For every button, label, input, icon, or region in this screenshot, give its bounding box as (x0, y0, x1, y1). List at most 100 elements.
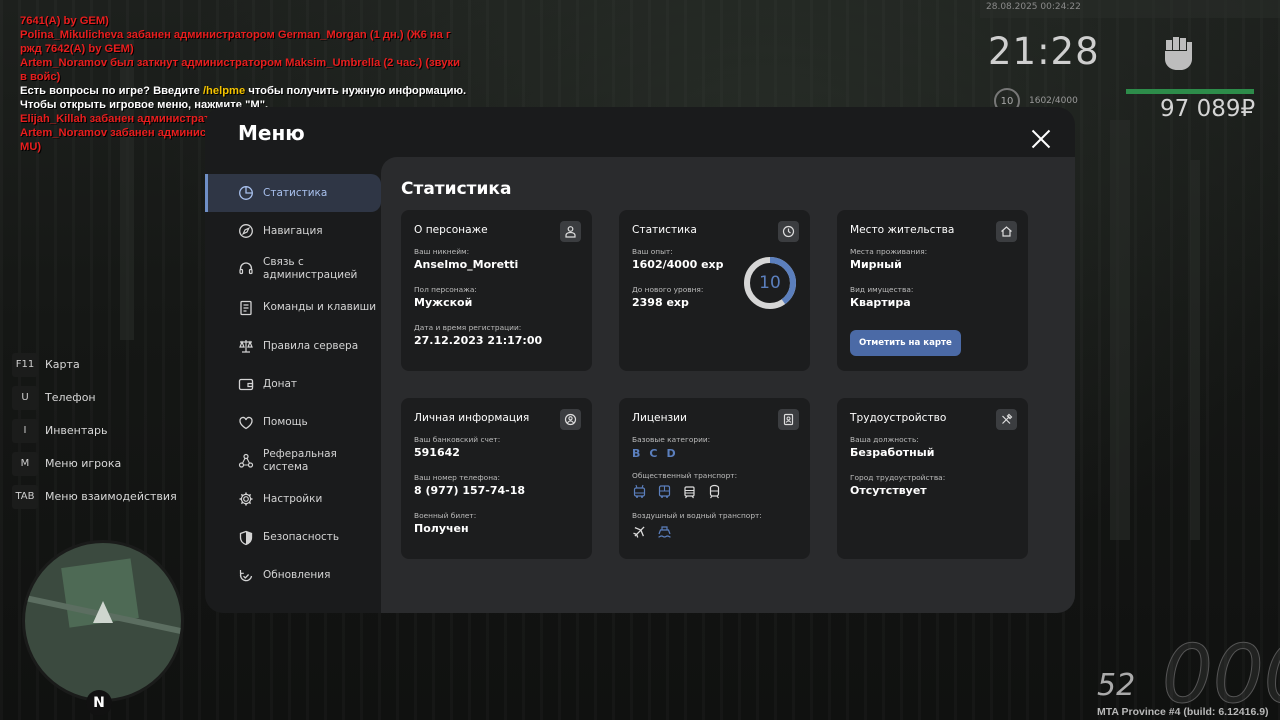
gear-icon (239, 492, 253, 506)
heart-hand-icon (239, 416, 253, 429)
field-label: Военный билет: (414, 511, 477, 520)
hud-datetime: 28.08.2025 00:24:22 (986, 2, 1081, 12)
public-transport-licenses (632, 484, 797, 499)
field-residence-city: Мирный (850, 258, 902, 271)
sidebar-item-label: Статистика (263, 186, 328, 199)
key-label: U (12, 385, 38, 410)
sidebar-item-admin[interactable]: Связь с администрацией (205, 250, 381, 288)
field-registration-date: 27.12.2023 21:17:00 (414, 334, 543, 347)
build-label: MTA Province #4 (build: 6.12416.9) (1097, 706, 1269, 718)
field-gender: Мужской (414, 296, 473, 309)
card-residence: Место жительства Места проживания: Мирны… (837, 210, 1028, 371)
field-label: Ваш опыт: (632, 247, 673, 256)
keybind-item: M Меню игрока (12, 447, 177, 480)
keybind-action: Меню взаимодействия (45, 490, 177, 503)
house-icon (996, 221, 1017, 242)
network-icon (238, 453, 254, 468)
field-label: Ваш банковский счет: (414, 435, 501, 444)
sidebar-item-label: Навигация (263, 224, 323, 237)
sidebar-item-label: Связь с администрацией (263, 256, 358, 282)
refresh-check-icon (239, 569, 253, 582)
field-label: Ваша должность: (850, 435, 919, 444)
chat-text: ржд 7642(A) by GEM) (20, 43, 134, 55)
hud-money: 97 089₽ (1160, 96, 1256, 122)
keybind-item: TAB Меню взаимодействия (12, 480, 177, 513)
keybind-action: Карта (45, 358, 80, 371)
health-bar (1126, 89, 1254, 94)
sidebar-item-donate[interactable]: Донат (205, 365, 381, 403)
field-label: Ваш номер телефона: (414, 473, 501, 482)
sidebar-item-stats[interactable]: Статистика (205, 174, 381, 212)
key-label: TAB (12, 484, 38, 509)
chat-text: в войс) (20, 71, 61, 83)
key-label: M (12, 451, 38, 476)
menu-sidebar: Статистика Навигация Связь с администрацие… (205, 174, 381, 595)
sidebar-item-nav[interactable]: Навигация (205, 212, 381, 250)
field-label: Воздушный и водный транспорт: (632, 511, 762, 520)
keybind-item: I Инвентарь (12, 414, 177, 447)
sidebar-item-label: Настройки (263, 492, 323, 505)
field-bank-account: 591642 (414, 446, 460, 459)
card-personal-info: Личная информация Ваш банковский счет: 5… (401, 398, 592, 559)
sidebar-item-label: Команды и клавиши (263, 301, 377, 314)
compass-icon (239, 224, 253, 239)
person-icon (560, 221, 581, 242)
card-title: Статистика (632, 224, 697, 236)
field-label: Места проживания: (850, 247, 928, 256)
plane-icon (633, 526, 645, 538)
keybind-item: U Телефон (12, 381, 177, 414)
field-property-type: Квартира (850, 296, 911, 309)
sidebar-item-updates[interactable]: Обновления (205, 557, 381, 595)
sidebar-item-label: Донат (263, 377, 298, 390)
keybind-item: F11 Карта (12, 348, 177, 381)
tram-icon (684, 486, 695, 499)
chat-message: Есть вопросы по игре? Введите /helpme чт… (20, 84, 470, 98)
chat-text: Artem_Noramov был заткнут администраторо… (20, 57, 460, 69)
field-label: Ваш никнейм: (414, 247, 470, 256)
badge-icon (778, 409, 799, 430)
content-title: Статистика (401, 179, 512, 199)
chat-text: чтобы получить нужную информацию. (245, 85, 467, 97)
train-icon (709, 484, 720, 499)
chat-message: в войс) (20, 70, 470, 84)
sidebar-item-label: Помощь (263, 416, 308, 429)
chat-message: 7641(A) by GEM) (20, 14, 470, 28)
fist-icon (1165, 37, 1192, 70)
sidebar-item-label: Обновления (263, 569, 331, 582)
sidebar-item-security[interactable]: Безопасность (205, 518, 381, 556)
field-label: Пол персонажа: (414, 285, 477, 294)
clock-icon (778, 221, 799, 242)
chat-text: /helpme (202, 85, 246, 97)
card-title: О персонаже (414, 224, 488, 236)
sidebar-item-rules[interactable]: Правила сервера (205, 327, 381, 365)
mark-on-map-button[interactable]: Отметить на карте (850, 330, 961, 356)
field-label: Город трудоустройства: (850, 473, 946, 482)
license-category: B (632, 447, 641, 460)
license-categories: B C D (632, 447, 797, 460)
hud-exp: 1602/4000 (1029, 96, 1078, 106)
field-phone: 8 (977) 157-74-18 (414, 484, 526, 497)
card-title: Личная информация (414, 412, 530, 424)
player-menu-window: Меню Статистика Навигация Связь с админист… (205, 107, 1075, 613)
sidebar-item-settings[interactable]: Настройки (205, 480, 381, 518)
chat-text: 7641(A) by GEM) (20, 15, 109, 27)
chat-text: Есть вопросы по игре? Введите (20, 85, 203, 97)
scales-icon (239, 340, 253, 353)
chat-message: Polina_Mikulicheva забанен администратор… (20, 28, 470, 42)
level-number: 10 (759, 273, 781, 293)
key-label: I (12, 418, 38, 443)
air-water-licenses (632, 524, 797, 539)
hud-clock: 21:28 (988, 30, 1100, 73)
sidebar-item-help[interactable]: Помощь (205, 403, 381, 441)
keybind-action: Телефон (45, 391, 96, 404)
sidebar-item-cmds[interactable]: Команды и клавиши (205, 289, 381, 327)
card-employment: Трудоустройство Ваша должность: Безработ… (837, 398, 1028, 559)
sidebar-item-ref[interactable]: Реферальная система (205, 442, 381, 480)
sidebar-item-label: Правила сервера (263, 339, 359, 352)
field-label: Общественный транспорт: (632, 471, 738, 480)
close-button[interactable] (1031, 129, 1051, 149)
keybind-list: F11 Карта U Телефон I Инвентарь M Меню игрока TA… (12, 348, 177, 513)
sidebar-item-label: Безопасность (263, 531, 340, 544)
key-label: F11 (12, 352, 38, 377)
field-military-id: Получен (414, 522, 469, 535)
